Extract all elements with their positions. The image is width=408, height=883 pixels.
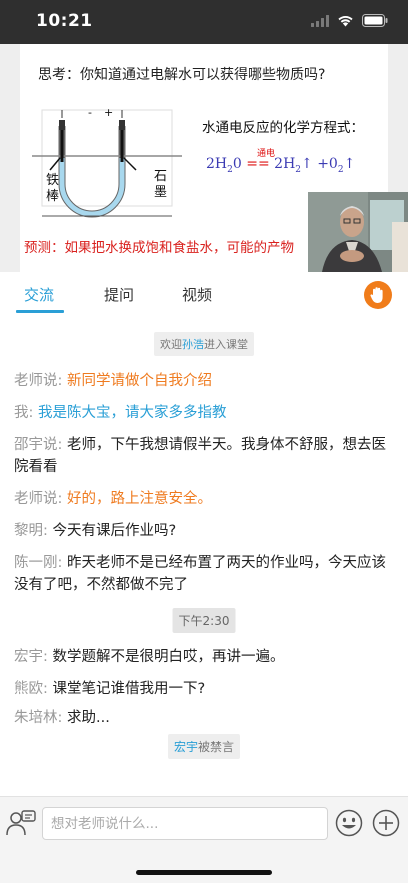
message-sender: 熊欧: — [14, 681, 48, 697]
time-divider: 下午2:30 — [172, 608, 236, 633]
chat-feed[interactable]: 欢迎孙浩进入课堂 老师说: 新同学请做个自我介绍 我: 我是陈大宝，请大家多多指… — [0, 314, 408, 796]
message-sender: 陈一刚: — [14, 555, 63, 571]
tab-chat[interactable]: 交流 — [24, 284, 54, 305]
muted-user[interactable]: 宏宇 — [174, 740, 198, 754]
electrolysis-apparatus-diagram: 铁 棒 石 墨 - + — [32, 106, 182, 218]
chat-input-bar — [0, 796, 408, 848]
chat-message: 朱培林: 求助... — [14, 707, 396, 729]
chat-message: 邵宇说: 老师，下午我想请假半天。我身体不舒服，想去医院看看 — [14, 434, 396, 478]
message-text: 好的，路上注意安全。 — [67, 491, 212, 507]
message-text: 求助... — [67, 710, 110, 726]
battery-icon — [362, 14, 388, 27]
message-sender: 我: — [14, 405, 34, 421]
welcome-suffix: 进入课堂 — [204, 338, 248, 351]
emoji-icon — [335, 809, 363, 837]
message-sender: 邵宇说: — [14, 437, 63, 453]
speech-bubble-icon — [6, 810, 36, 836]
polarity-plus: + — [104, 106, 113, 119]
electrode-left-bottom: 棒 — [46, 189, 59, 204]
tab-bar: 交流 提问 视频 — [0, 272, 408, 314]
lesson-video[interactable]: 思考：你知道通过电解水可以获得哪些物质吗? 铁 棒 石 墨 - + 水通电反应的… — [0, 44, 408, 272]
chat-message: 我: 我是陈大宝，请大家多多指教 — [14, 402, 396, 424]
chat-message: 宏宇: 数学题解不是很明白哎，再讲一遍。 — [14, 646, 396, 668]
slide-question: 思考：你知道通过电解水可以获得哪些物质吗? — [38, 67, 326, 83]
home-indicator[interactable] — [136, 870, 272, 875]
equation-title: 水通电反应的化学方程式： — [202, 120, 364, 136]
tab-questions[interactable]: 提问 — [104, 284, 134, 305]
chat-message-input[interactable] — [42, 807, 328, 840]
eq-lhs-tail: 0 — [232, 156, 242, 172]
wifi-icon — [338, 15, 353, 27]
message-sender: 宏宇: — [14, 649, 48, 665]
chat-message: 老师说: 新同学请做个自我介绍 — [14, 370, 396, 392]
message-sender: 朱培林: — [14, 710, 63, 726]
message-text: 昨天老师不是已经布置了两天的作业吗，今天应该没有了吧，不然都做不完了 — [14, 555, 386, 593]
electrode-left-top: 铁 — [46, 173, 59, 188]
status-time: 10:21 — [36, 11, 93, 31]
status-icons — [311, 14, 388, 27]
muted-suffix: 被禁言 — [198, 740, 235, 754]
message-text: 今天有课后作业吗? — [52, 523, 177, 539]
welcome-notice: 欢迎孙浩进入课堂 — [154, 332, 254, 356]
chat-message: 陈一刚: 昨天老师不是已经布置了两天的作业吗，今天应该没有了吧，不然都做不完了 — [14, 552, 396, 596]
signal-icon — [311, 14, 329, 27]
message-sender: 黎明: — [14, 523, 48, 539]
message-text: 数学题解不是很明白哎，再讲一遍。 — [52, 649, 285, 665]
welcome-prefix: 欢迎 — [160, 338, 182, 351]
home-indicator-area — [0, 848, 408, 883]
message-text: 老师，下午我想请假半天。我身体不舒服，想去医院看看 — [14, 437, 386, 475]
gas-arrow-icon: ↑ — [301, 156, 313, 172]
plus-icon — [372, 809, 400, 837]
gas-arrow-icon: ↑ — [343, 156, 356, 172]
eq-lhs: 2H — [206, 156, 228, 172]
teacher-video-frame — [308, 192, 408, 272]
raise-hand-icon — [370, 287, 383, 303]
status-bar: 10:21 — [0, 0, 408, 44]
message-text: 课堂笔记谁借我用一下? — [52, 681, 206, 697]
teacher-camera-thumbnail[interactable] — [308, 192, 408, 272]
speech-button[interactable] — [6, 809, 36, 841]
welcome-user[interactable]: 孙浩 — [182, 338, 204, 351]
emoji-button[interactable] — [335, 809, 363, 841]
slide-prediction: 预测：如果把水换成饱和食盐水，可能的产物 — [24, 240, 294, 256]
chat-message: 黎明: 今天有课后作业吗? — [14, 520, 396, 542]
message-text: 新同学请做个自我介绍 — [67, 373, 212, 389]
message-text: 我是陈大宝，请大家多多指教 — [38, 405, 227, 421]
electrode-right-top: 石 — [154, 169, 167, 184]
eq-sign: == — [246, 156, 270, 172]
polarity-minus: - — [88, 106, 92, 119]
electrode-right-bottom: 墨 — [154, 185, 167, 200]
more-actions-button[interactable] — [372, 809, 400, 841]
message-sender: 老师说: — [14, 373, 63, 389]
active-tab-indicator — [16, 310, 64, 313]
chat-message: 老师说: 好的，路上注意安全。 — [14, 488, 396, 510]
raise-hand-button[interactable] — [364, 281, 392, 309]
message-sender: 老师说: — [14, 491, 63, 507]
eq-rhs-h2: 2H — [274, 156, 296, 172]
eq-rhs-o2: +0 — [317, 156, 338, 172]
chemical-equation: 2H20 == 2H2↑ +02↑ — [206, 156, 355, 175]
mute-notice: 宏宇被禁言 — [167, 734, 241, 759]
chat-message: 熊欧: 课堂笔记谁借我用一下? — [14, 678, 396, 700]
tab-video[interactable]: 视频 — [182, 284, 212, 305]
